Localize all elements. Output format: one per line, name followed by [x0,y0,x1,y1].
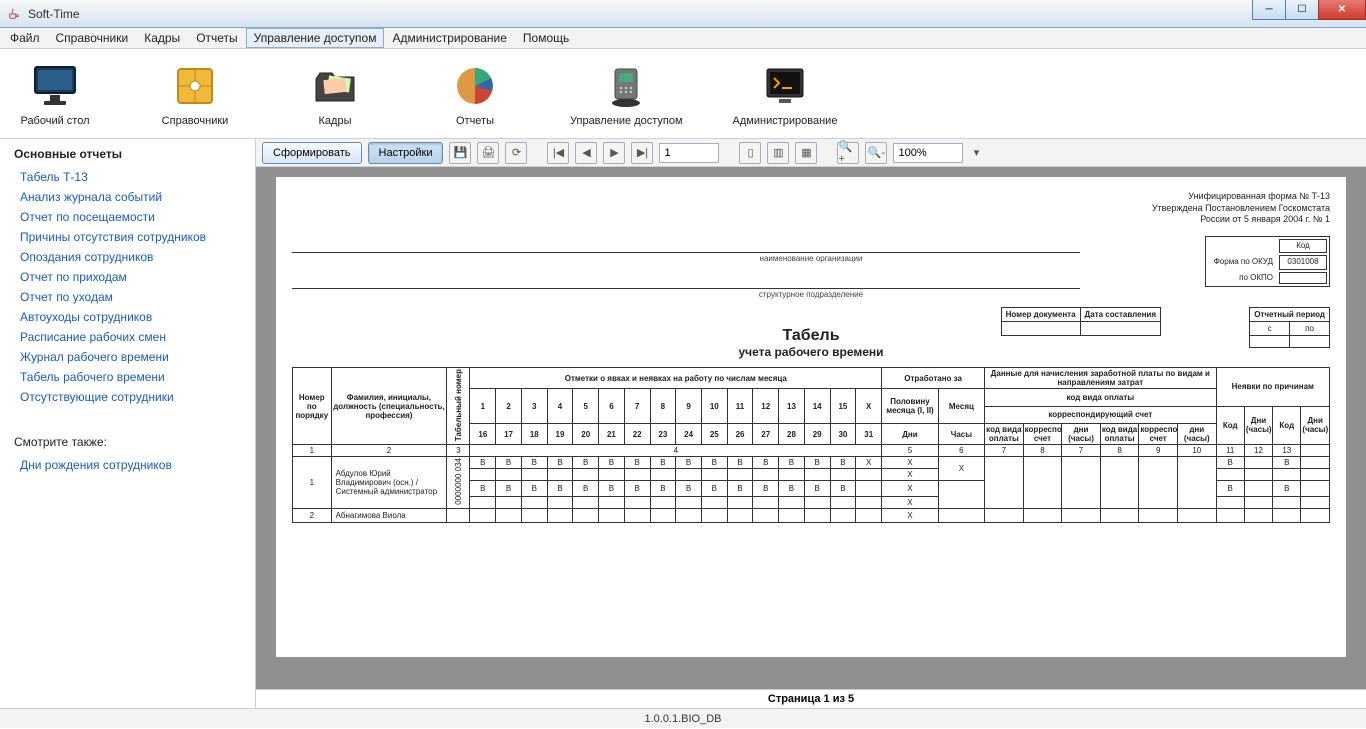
table-row: 2 Абнагимова Виола X [293,508,1330,522]
window-title: Soft-Time [28,7,80,21]
pages-icon[interactable]: ▦ [795,142,817,164]
page-input[interactable] [659,143,719,163]
menu-administration[interactable]: Администрирование [384,28,514,48]
dept-caption: структурное подразделение [292,290,1330,299]
generate-button[interactable]: Сформировать [262,142,362,164]
settings-button[interactable]: Настройки [368,142,444,164]
menubar: Файл Справочники Кадры Отчеты Управление… [0,28,1366,49]
sidebar-link[interactable]: Опоздания сотрудников [14,247,241,267]
tool-desktop[interactable]: Рабочий стол [10,61,100,127]
code-box: Код Форма по ОКУД0301008 по ОКПО [1205,236,1330,287]
form-line: Унифицированная форма № Т-13 [1152,191,1330,203]
sidebar-link[interactable]: Отчет по посещаемости [14,207,241,227]
print-icon[interactable]: 🖨 [477,142,499,164]
tool-references[interactable]: Справочники [150,61,240,127]
maximize-button[interactable]: ☐ [1285,0,1319,20]
tool-administration[interactable]: Администрирование [733,61,838,127]
tool-label: Отчеты [456,115,494,127]
menu-reports[interactable]: Отчеты [188,28,245,48]
sidebar-heading-main: Основные отчеты [14,147,241,161]
single-page-icon[interactable]: ▯ [739,142,761,164]
tool-label: Администрирование [733,115,838,127]
sidebar-link[interactable]: Автоуходы сотрудников [14,307,241,327]
monitor-icon [30,61,80,111]
sidebar: Основные отчеты Табель Т-13 Анализ журна… [0,139,256,708]
java-cup-icon [6,6,22,22]
zoom-in-icon[interactable]: 🔍+ [837,142,859,164]
menu-file[interactable]: Файл [2,28,48,48]
folder-people-icon [310,61,360,111]
terminal-icon [760,61,810,111]
sidebar-heading-seealso: Смотрите также: [14,435,241,449]
doc-info-box: Номер документаДата составления [1001,307,1161,336]
report-area[interactable]: Унифицированная форма № Т-13 Утверждена … [256,167,1366,689]
report-subtitle: учета рабочего времени [292,345,1330,359]
menu-personnel[interactable]: Кадры [136,28,188,48]
dropdown-icon[interactable]: ▾ [969,142,983,164]
sidebar-link[interactable]: Табель рабочего времени [14,367,241,387]
tool-label: Справочники [162,115,229,127]
tool-personnel[interactable]: Кадры [290,61,380,127]
next-page-icon[interactable]: ▶ [603,142,625,164]
sidebar-link[interactable]: Отчет по приходам [14,267,241,287]
minimize-button[interactable]: ─ [1252,0,1286,20]
refresh-icon[interactable]: ⟳ [505,142,527,164]
tool-label: Управление доступом [570,115,683,127]
tool-label: Кадры [319,115,352,127]
table-row: 1 Абдулов Юрий Владимирович (осн.) / Сис… [293,457,1330,469]
multi-page-icon[interactable]: ▥ [767,142,789,164]
report-title: Табель [292,327,1330,345]
titlebar: Soft-Time ─ ☐ ✕ [0,0,1366,28]
menu-references[interactable]: Справочники [48,28,137,48]
form-line: Утверждена Постановлением Госкомстата [1152,203,1330,215]
zoom-out-icon[interactable]: 🔍- [865,142,887,164]
first-page-icon[interactable]: |◀ [547,142,569,164]
last-page-icon[interactable]: ▶| [631,142,653,164]
page-indicator: Страница 1 из 5 [256,689,1366,708]
sidebar-link[interactable]: Причины отсутствия сотрудников [14,227,241,247]
save-icon[interactable]: 💾 [449,142,471,164]
sidebar-link[interactable]: Отчет по уходам [14,287,241,307]
sidebar-link[interactable]: Табель Т-13 [14,167,241,187]
fingerprint-device-icon [601,61,651,111]
archive-icon [170,61,220,111]
prev-page-icon[interactable]: ◀ [575,142,597,164]
statusbar: 1.0.0.1.BIO_DB [0,708,1366,728]
period-box: Отчетный период спо [1249,307,1330,348]
pie-chart-icon [450,61,500,111]
sidebar-link[interactable]: Расписание рабочих смен [14,327,241,347]
zoom-input[interactable] [893,143,963,163]
sidebar-link[interactable]: Журнал рабочего времени [14,347,241,367]
close-button[interactable]: ✕ [1318,0,1366,20]
tool-access-control[interactable]: Управление доступом [570,61,683,127]
toolstrip: Рабочий стол Справочники Кадры Отчеты Уп… [0,49,1366,139]
sidebar-link[interactable]: Дни рождения сотрудников [14,455,241,475]
timesheet-table: Номер по порядку Фамилия, инициалы, долж… [292,367,1330,523]
report-page: Унифицированная форма № Т-13 Утверждена … [276,177,1346,657]
sidebar-link[interactable]: Отсутствующие сотрудники [14,387,241,407]
sidebar-link[interactable]: Анализ журнала событий [14,187,241,207]
menu-access-control[interactable]: Управление доступом [246,28,385,48]
tool-reports[interactable]: Отчеты [430,61,520,127]
tool-label: Рабочий стол [20,115,89,127]
menu-help[interactable]: Помощь [515,28,577,48]
form-line: России от 5 января 2004 г. № 1 [1152,214,1330,226]
report-toolbar: Сформировать Настройки 💾 🖨 ⟳ |◀ ◀ ▶ ▶| ▯… [256,139,1366,167]
